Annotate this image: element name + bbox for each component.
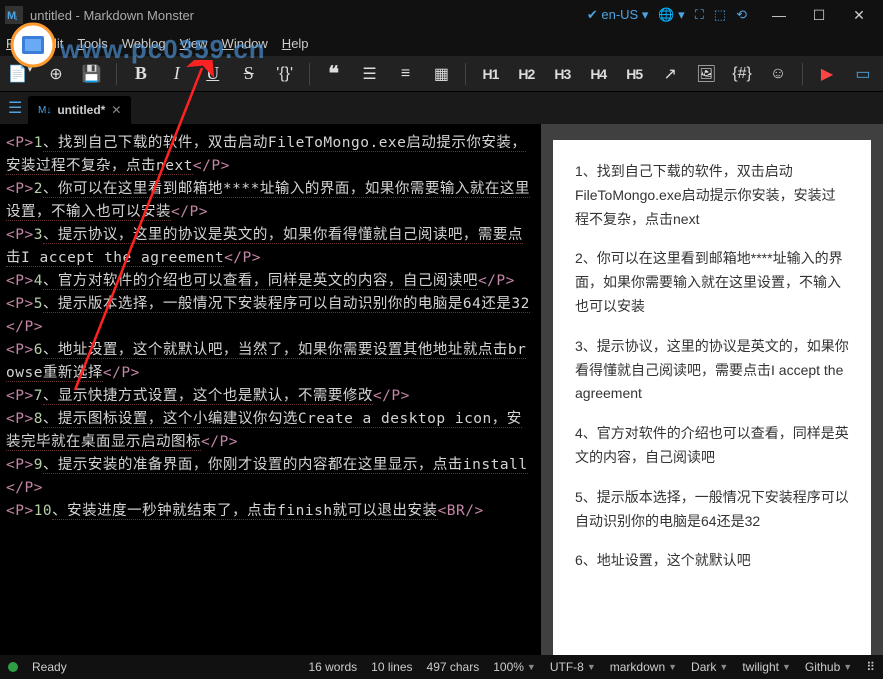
status-dot-icon <box>8 662 18 672</box>
strike-button[interactable]: S <box>235 60 263 88</box>
menubar: File Edit Tools Weblog View Window Help <box>0 30 883 56</box>
underline-button[interactable]: U <box>199 60 227 88</box>
menu-edit[interactable]: Edit <box>41 36 63 51</box>
preview-pane: 1、找到自己下载的软件，双击启动FileToMongo.exe启动提示你安装，安… <box>541 124 883 655</box>
sync-icon[interactable]: ⟲ <box>736 7 747 23</box>
save-button[interactable]: 💾 <box>78 60 106 88</box>
main-split: <P>1、找到自己下载的软件，双击启动FileToMongo.exe启动提示你安… <box>0 124 883 655</box>
emoji-button[interactable]: ☺ <box>764 60 792 88</box>
expand-icon[interactable]: ⛶ <box>695 7 704 23</box>
status-chars: 497 chars <box>427 660 480 674</box>
menu-help[interactable]: Help <box>282 36 309 51</box>
link-button[interactable]: ↗ <box>656 60 684 88</box>
status-words: 16 words <box>308 660 357 674</box>
code-button[interactable]: '{}' <box>271 60 299 88</box>
sidebar-toggle-icon[interactable]: ☰ <box>8 98 28 124</box>
preview-paragraph: 2、你可以在这里看到邮箱地****址输入的界面，如果你需要输入就在这里设置，不输… <box>575 247 849 318</box>
h2-button[interactable]: H2 <box>512 60 540 88</box>
fullscreen-icon[interactable]: ⬚ <box>714 7 726 23</box>
status-theme[interactable]: Dark▼ <box>691 660 728 674</box>
status-ready: Ready <box>32 660 67 674</box>
window-title: untitled - Markdown Monster <box>30 8 194 23</box>
bold-button[interactable]: B <box>127 60 155 88</box>
h1-button[interactable]: H1 <box>476 60 504 88</box>
preview-paragraph: 4、官方对软件的介绍也可以查看，同样是英文的内容，自己阅读吧 <box>575 422 849 470</box>
tab-close-icon[interactable]: ✕ <box>111 103 121 117</box>
maximize-button[interactable]: ☐ <box>799 0 839 30</box>
ol-button[interactable]: ≡ <box>392 60 420 88</box>
menu-weblog[interactable]: Weblog <box>122 36 166 51</box>
status-git[interactable]: Github▼ <box>805 660 852 674</box>
status-zoom[interactable]: 100%▼ <box>493 660 536 674</box>
preview-paragraph: 6、地址设置，这个就默认吧 <box>575 549 849 573</box>
tabbar: ☰ M↓ untitled* ✕ <box>0 92 883 124</box>
statusbar: Ready 16 words 10 lines 497 chars 100%▼ … <box>0 655 883 679</box>
tab-untitled[interactable]: M↓ untitled* ✕ <box>28 96 131 124</box>
open-file-button[interactable]: ⊕ <box>42 60 70 88</box>
status-settings-icon[interactable]: ⠿ <box>866 660 875 674</box>
preview-content: 1、找到自己下载的软件，双击启动FileToMongo.exe启动提示你安装，安… <box>553 140 871 655</box>
preview-paragraph: 1、找到自己下载的软件，双击启动FileToMongo.exe启动提示你安装，安… <box>575 160 849 231</box>
toolbar: 📄▾ ⊕ 💾 B I U S '{}' ❝ ☰ ≡ ▦ H1 H2 H3 H4 … <box>0 56 883 92</box>
status-syntax[interactable]: markdown▼ <box>610 660 677 674</box>
menu-window[interactable]: Window <box>222 36 268 51</box>
hash-button[interactable]: {#} <box>728 60 756 88</box>
spellcheck-toggle[interactable]: ✔ en-US ▾ <box>587 7 649 23</box>
status-scheme[interactable]: twilight▼ <box>742 660 791 674</box>
menu-file[interactable]: File <box>6 36 27 51</box>
menu-view[interactable]: View <box>180 36 208 51</box>
globe-icon[interactable]: 🌐 ▾ <box>658 7 684 23</box>
markdown-file-icon: M↓ <box>38 105 51 116</box>
svg-text:↓: ↓ <box>14 13 18 22</box>
ul-button[interactable]: ☰ <box>356 60 384 88</box>
new-file-button[interactable]: 📄▾ <box>6 60 34 88</box>
tab-label: untitled* <box>57 103 105 117</box>
menu-tools[interactable]: Tools <box>77 36 107 51</box>
italic-button[interactable]: I <box>163 60 191 88</box>
table-button[interactable]: ▦ <box>427 60 455 88</box>
status-encoding[interactable]: UTF-8▼ <box>550 660 596 674</box>
minimize-button[interactable]: — <box>759 0 799 30</box>
h5-button[interactable]: H5 <box>620 60 648 88</box>
preview-paragraph: 5、提示版本选择，一般情况下安装程序可以自动识别你的电脑是64还是32 <box>575 486 849 534</box>
image-button[interactable]: 🖼 <box>692 60 720 88</box>
status-lines: 10 lines <box>371 660 412 674</box>
titlebar: M↓ untitled - Markdown Monster ✔ en-US ▾… <box>0 0 883 30</box>
preview-toggle-button[interactable]: ▭ <box>849 60 877 88</box>
editor-pane[interactable]: <P>1、找到自己下载的软件，双击启动FileToMongo.exe启动提示你安… <box>0 124 541 655</box>
preview-paragraph: 3、提示协议，这里的协议是英文的，如果你看得懂就自己阅读吧，需要点击I acce… <box>575 335 849 406</box>
quote-button[interactable]: ❝ <box>320 60 348 88</box>
close-button[interactable]: ✕ <box>839 0 879 30</box>
app-logo-icon: M↓ <box>4 5 24 25</box>
run-button[interactable]: ▶ <box>813 60 841 88</box>
h3-button[interactable]: H3 <box>548 60 576 88</box>
h4-button[interactable]: H4 <box>584 60 612 88</box>
